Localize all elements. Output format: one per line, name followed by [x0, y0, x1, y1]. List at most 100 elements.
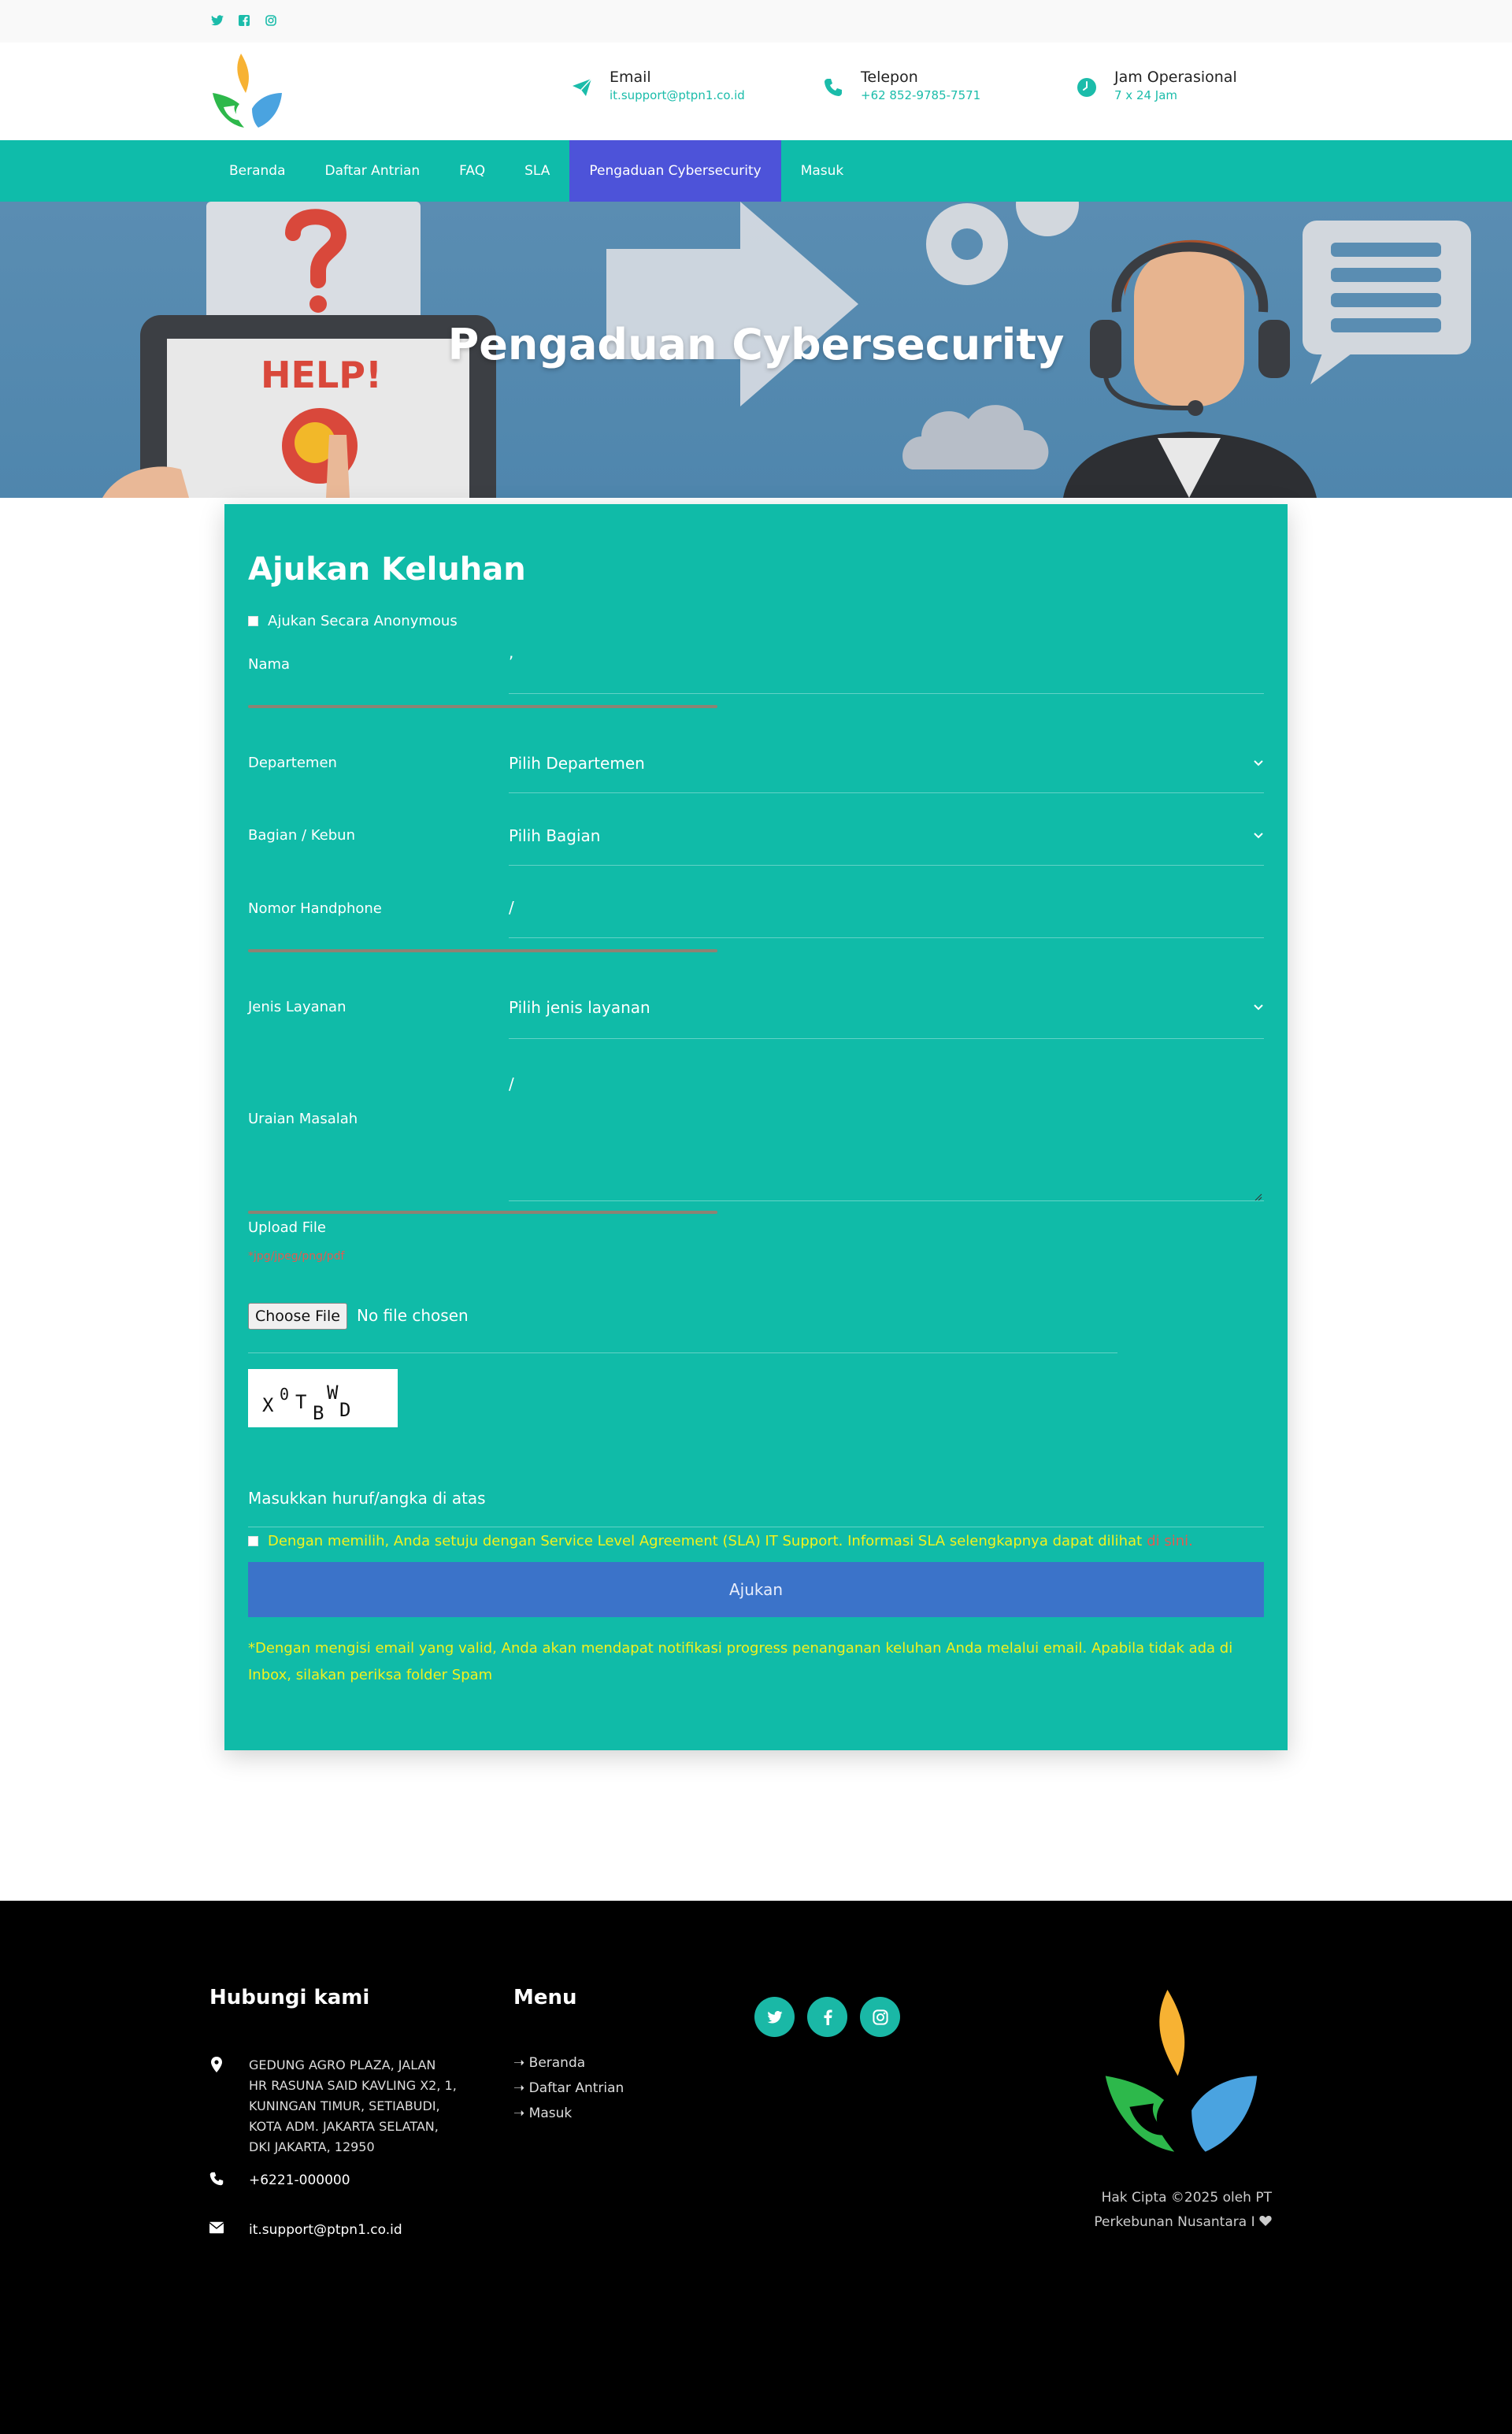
sla-agree-checkbox[interactable] [248, 1536, 258, 1546]
chevron-down-icon[interactable] [1253, 757, 1264, 768]
choose-file-button[interactable]: Choose File [248, 1303, 347, 1330]
address-line: DKI JAKARTA, 12950 [249, 2139, 375, 2154]
twitter-icon[interactable] [209, 13, 225, 28]
clock-icon [1073, 74, 1100, 101]
anonymous-label: Ajukan Secara Anonymous [268, 613, 458, 629]
address-text: GEDUNG AGRO PLAZA, JALAN HR RASUNA SAID … [249, 2055, 457, 2158]
chevron-down-icon[interactable] [1253, 829, 1264, 840]
nama-hint [248, 701, 878, 714]
departemen-select[interactable]: Pilih Departemen [509, 754, 645, 773]
upload-types: *jpg/jpeg/png/pdf [248, 1250, 345, 1263]
copyright: Hak Cipta ©2025 oleh PT Perkebunan Nusan… [1055, 2186, 1272, 2235]
bagian-underline [509, 865, 1264, 866]
nama-label: Nama [248, 656, 291, 673]
jenis-layanan-label: Jenis Layanan [248, 999, 346, 1015]
complaint-form-card: Ajukan Keluhan Ajukan Secara Anonymous N… [224, 504, 1288, 1750]
footer-contact-heading: Hubungi kami [209, 1986, 370, 2009]
footer-menu-label[interactable]: Masuk [529, 2106, 573, 2121]
hero-banner: HELP! Pengaduan Cybersecurity [0, 202, 1512, 498]
top-social-links [209, 13, 279, 28]
envelope-icon [209, 2221, 224, 2237]
company-logo[interactable] [209, 52, 285, 131]
form-heading: Ajukan Keluhan [248, 551, 526, 588]
footer-menu-item-daftar-antrian[interactable]: ➝ Daftar Antrian [513, 2076, 624, 2101]
phone-icon [820, 74, 847, 101]
footer-menu: ➝ Beranda ➝ Daftar Antrian ➝ Masuk [513, 2050, 624, 2126]
page-title: Pengaduan Cybersecurity [447, 320, 1065, 369]
instagram-icon[interactable] [860, 1997, 900, 2037]
anonymous-checkbox[interactable] [248, 616, 258, 626]
footer-email-value[interactable]: it.support@ptpn1.co.id [249, 2220, 402, 2240]
nav-item-masuk[interactable]: Masuk [781, 140, 864, 202]
email-label: Email [610, 69, 651, 86]
textarea-resize-handle[interactable] [1254, 1189, 1262, 1201]
departemen-underline [509, 792, 1264, 793]
bagian-select[interactable]: Pilih Bagian [509, 826, 600, 845]
twitter-icon[interactable] [754, 1997, 795, 2037]
jenis-layanan-select[interactable]: Pilih jenis layanan [509, 998, 650, 1017]
captcha-input-label[interactable]: Masukkan huruf/angka di atas [248, 1489, 486, 1508]
phone-value[interactable]: +62 852-9785-7571 [861, 87, 980, 104]
footer-phone-value[interactable]: +6221-000000 [249, 2170, 350, 2191]
uraian-underline [509, 1200, 1264, 1201]
top-social-bar [0, 0, 1512, 43]
footer-phone: +6221-000000 [209, 2170, 350, 2191]
header-contact-hours: Jam Operasional 7 x 24 Jam [1073, 68, 1237, 104]
captcha-image: X 0 T B W D [248, 1369, 398, 1427]
anonymous-checkbox-row[interactable]: Ajukan Secara Anonymous [248, 613, 458, 629]
departemen-label: Departemen [248, 755, 337, 771]
upload-status: No file chosen [357, 1306, 469, 1325]
nav-item-sla[interactable]: SLA [505, 140, 569, 202]
submit-button[interactable]: Ajukan [248, 1562, 1264, 1617]
captcha-char: W [327, 1382, 339, 1404]
footer-menu-item-beranda[interactable]: ➝ Beranda [513, 2050, 624, 2076]
nama-underline [509, 693, 1264, 694]
map-marker-icon [209, 2057, 224, 2072]
heart-icon [1259, 2214, 1272, 2230]
header-contact-email: Email it.support@ptpn1.co.id [569, 68, 745, 104]
nav-item-daftar-antrian[interactable]: Daftar Antrian [306, 140, 440, 202]
address-line: KOTA ADM. JAKARTA SELATAN, [249, 2119, 439, 2134]
footer-menu-label[interactable]: Beranda [529, 2055, 586, 2071]
main-nav: Beranda Daftar Antrian FAQ SLA Pengaduan… [0, 140, 1512, 202]
copyright-line-2: Perkebunan Nusantara I [1094, 2214, 1255, 2230]
facebook-icon[interactable] [807, 1997, 847, 2037]
footer-menu-item-masuk[interactable]: ➝ Masuk [513, 2101, 624, 2126]
facebook-icon[interactable] [236, 13, 252, 28]
header-contact-phone: Telepon +62 852-9785-7571 [820, 68, 980, 104]
nav-item-beranda[interactable]: Beranda [209, 140, 306, 202]
hours-value: 7 x 24 Jam [1114, 88, 1178, 102]
instagram-icon[interactable] [263, 13, 279, 28]
bagian-label: Bagian / Kebun [248, 827, 355, 844]
copyright-line-1: Hak Cipta ©2025 oleh PT [1101, 2190, 1272, 2206]
uraian-hint [248, 1207, 878, 1219]
chevron-down-icon[interactable] [1253, 1001, 1264, 1012]
nav-item-pengaduan-cybersecurity[interactable]: Pengaduan Cybersecurity [569, 140, 781, 202]
sla-link[interactable]: di sini. [1147, 1533, 1193, 1549]
email-value[interactable]: it.support@ptpn1.co.id [610, 87, 745, 104]
site-footer: Hubungi kami GEDUNG AGRO PLAZA, JALAN HR… [0, 1901, 1512, 2434]
footer-menu-label[interactable]: Daftar Antrian [529, 2080, 624, 2096]
handphone-input[interactable]: / [509, 898, 514, 917]
phone-label: Telepon [861, 69, 918, 86]
upload-label: Upload File [248, 1219, 326, 1236]
nav-item-faq[interactable]: FAQ [439, 140, 505, 202]
footer-email: it.support@ptpn1.co.id [209, 2220, 402, 2240]
address-line: KUNINGAN TIMUR, SETIABUDI, [249, 2098, 440, 2113]
handphone-underline [509, 937, 1264, 938]
email-notice: *Dengan mengisi email yang valid, Anda a… [248, 1640, 1233, 1683]
hours-label: Jam Operasional [1114, 69, 1237, 86]
sla-agree-row: Dengan memilih, Anda setuju dengan Servi… [248, 1533, 1193, 1549]
nama-input[interactable]: , [509, 643, 513, 662]
uraian-textarea[interactable]: / [509, 1074, 514, 1093]
copyright-line-2-row: Perkebunan Nusantara I [1055, 2210, 1272, 2235]
address-line: GEDUNG AGRO PLAZA, JALAN [249, 2057, 436, 2072]
phone-icon [209, 2172, 224, 2187]
captcha-char: T [295, 1391, 307, 1413]
paper-plane-icon [569, 74, 595, 101]
sla-agree-text: Dengan memilih, Anda setuju dengan Servi… [268, 1533, 1143, 1549]
address-line: HR RASUNA SAID KAVLING X2, 1, [249, 2078, 457, 2093]
uraian-label: Uraian Masalah [248, 1111, 358, 1127]
upload-divider [248, 1352, 1117, 1353]
footer-logo [1099, 1986, 1264, 2159]
